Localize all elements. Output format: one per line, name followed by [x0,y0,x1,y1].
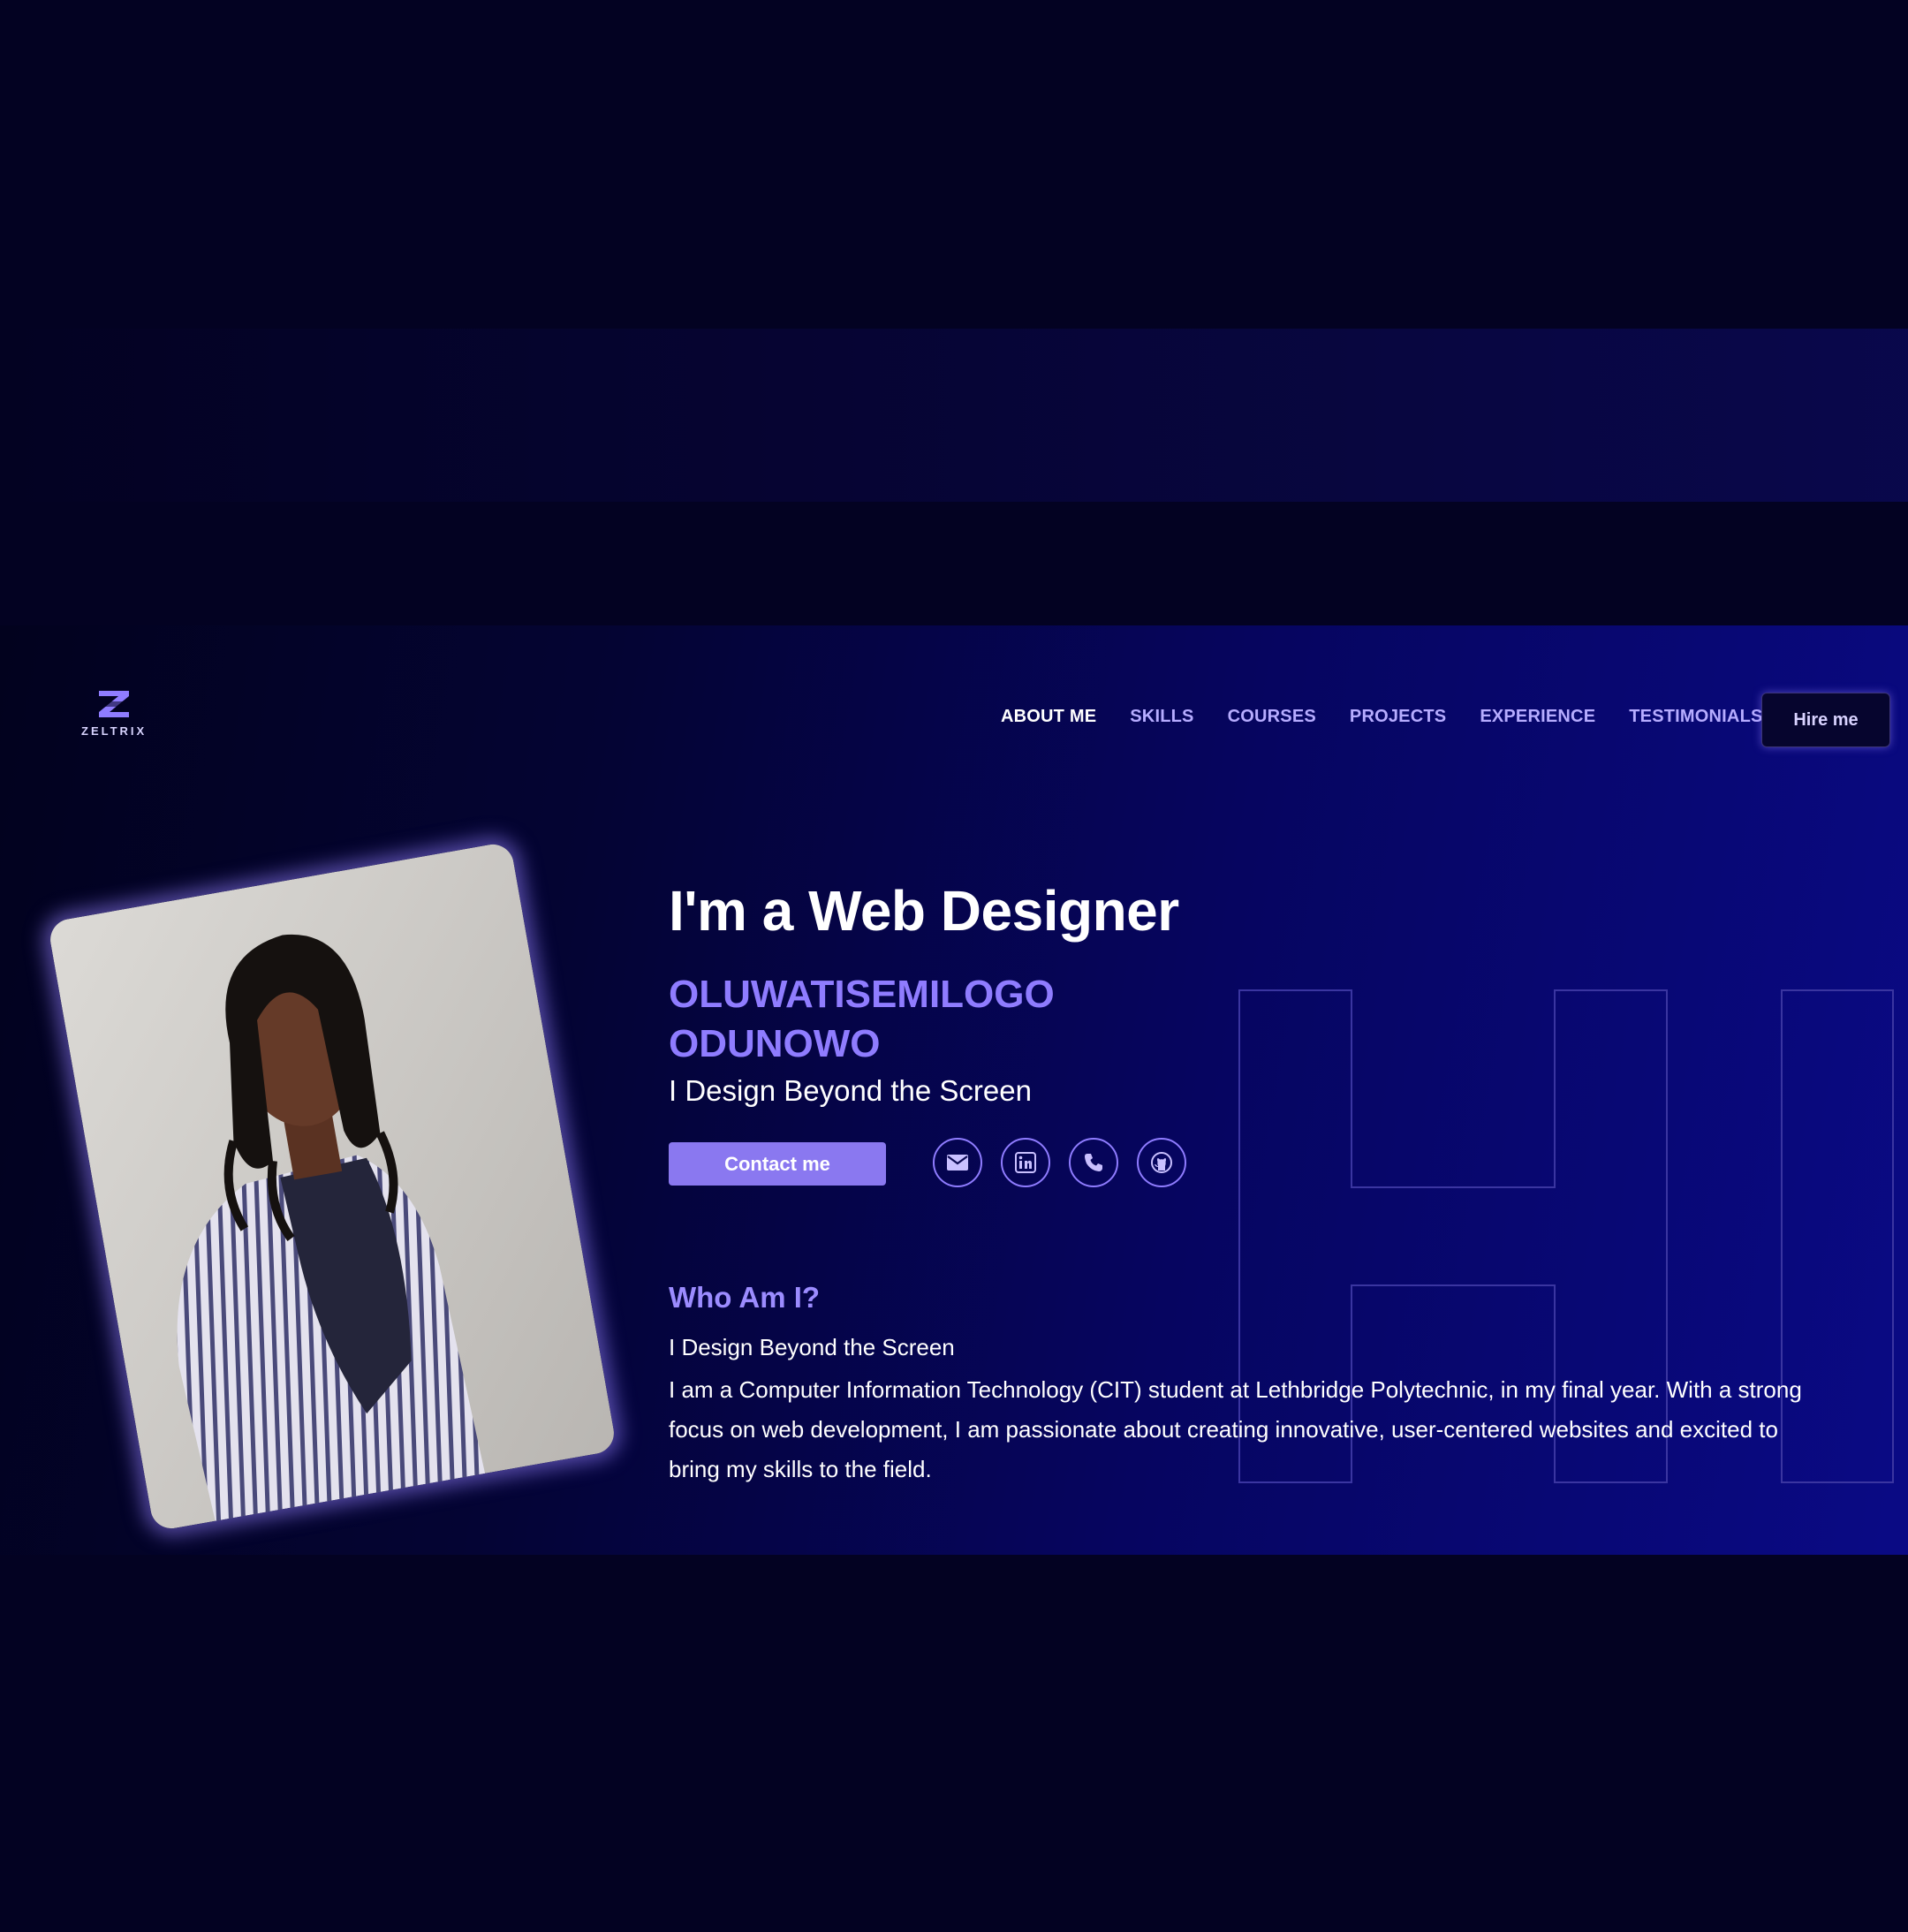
hero-name-last: ODUNOWO [669,1022,881,1065]
phone-link[interactable] [1069,1138,1118,1187]
contact-me-button[interactable]: Contact me [669,1142,886,1186]
email-icon [947,1155,968,1171]
about-body: I am a Computer Information Technology (… [669,1376,1802,1482]
site-logo[interactable]: ZELTRIX [81,689,147,742]
nav-item-testimonials[interactable]: TESTIMONIALS [1629,707,1762,727]
hero-tagline: I Design Beyond the Screen [669,1074,1032,1107]
hero-name-first: OLUWATISEMILOGO [669,973,1055,1016]
email-link[interactable] [933,1138,982,1187]
about-tagline: I Design Beyond the Screen [669,1334,955,1360]
linkedin-link[interactable] [1001,1138,1050,1187]
phone-icon [1085,1154,1102,1171]
logo-text: ZELTRIX [81,724,148,738]
portfolio-page: ZELTRIX ABOUT ME SKILLS COURSES PROJECTS… [0,625,1908,1555]
portrait-image [47,841,617,1532]
background-band [0,329,1908,502]
hire-me-button[interactable]: Hire me [1761,693,1890,747]
linkedin-icon [1015,1152,1036,1173]
social-links [933,1138,1186,1187]
nav-item-projects[interactable]: PROJECTS [1350,707,1446,727]
github-link[interactable] [1137,1138,1186,1187]
nav-item-skills[interactable]: SKILLS [1130,707,1193,727]
nav-item-about-me[interactable]: ABOUT ME [1001,707,1096,727]
nav-item-experience[interactable]: EXPERIENCE [1480,707,1595,727]
hero-name: OLUWATISEMILOGO ODUNOWO [669,970,1163,1069]
main-nav: ABOUT ME SKILLS COURSES PROJECTS EXPERIE… [1001,707,1797,727]
logo-z-icon [99,691,129,717]
profile-photo [47,841,617,1532]
about-title: Who Am I? [669,1281,821,1314]
github-icon [1151,1152,1172,1173]
nav-item-courses[interactable]: COURSES [1228,707,1316,727]
screenshot-frame: ZELTRIX ABOUT ME SKILLS COURSES PROJECTS… [0,0,1908,1932]
hero-title: I'm a Web Designer [669,879,1179,943]
